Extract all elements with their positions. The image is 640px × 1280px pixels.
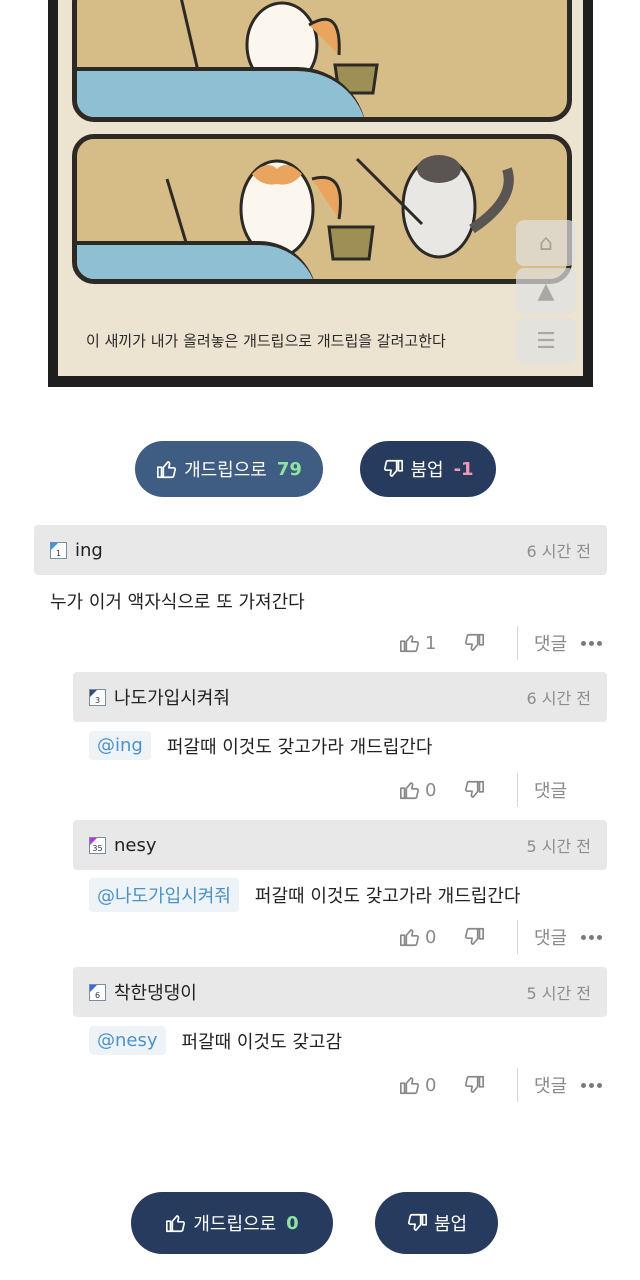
thumbs-up-icon[interactable] bbox=[399, 779, 421, 801]
comic-illustration: 이 새끼가 내가 올려놓은 개드립으로 개드립을 갈려고한다 bbox=[58, 0, 583, 376]
comment-author[interactable]: ing bbox=[75, 540, 103, 561]
thumbs-up-icon bbox=[165, 1212, 187, 1234]
comment-actions: 0 댓글 bbox=[399, 1068, 603, 1102]
scroll-top-button[interactable]: ⌂ bbox=[516, 220, 576, 266]
divider bbox=[517, 626, 518, 660]
upvote-label: 개드립으로 bbox=[184, 460, 267, 481]
thumbs-up-icon[interactable] bbox=[399, 632, 421, 654]
thumbs-down-icon bbox=[382, 458, 404, 480]
like-count: 0 bbox=[425, 1074, 437, 1096]
mention-tag[interactable]: @ing bbox=[89, 731, 151, 760]
comic-panel-1 bbox=[72, 0, 572, 122]
thumbs-up-icon[interactable] bbox=[399, 1074, 421, 1096]
thumbs-down-icon[interactable] bbox=[463, 1074, 485, 1096]
level-badge: 6 bbox=[89, 983, 106, 1001]
comment-author[interactable]: nesy bbox=[114, 835, 157, 856]
thumbs-down-icon bbox=[406, 1212, 428, 1234]
comment-author[interactable]: 착한댕댕이 bbox=[114, 979, 197, 1005]
reply-button[interactable]: 댓글 bbox=[534, 777, 567, 803]
thumbs-down-icon[interactable] bbox=[463, 926, 485, 948]
list-icon: ☰ bbox=[536, 328, 556, 354]
bottom-upvote-button[interactable]: 개드립으로 0 bbox=[131, 1192, 333, 1254]
divider bbox=[517, 1068, 518, 1102]
thumbs-down-icon[interactable] bbox=[463, 632, 485, 654]
thumbs-up-icon[interactable] bbox=[399, 926, 421, 948]
level-badge: 3 bbox=[89, 688, 106, 706]
post-image: 이 새끼가 내가 올려놓은 개드립으로 개드립을 갈려고한다 bbox=[48, 0, 593, 387]
like-count: 0 bbox=[425, 779, 437, 801]
post-upvote-button[interactable]: 개드립으로 79 bbox=[135, 441, 323, 497]
upvote-count: 79 bbox=[276, 458, 302, 480]
mention-tag[interactable]: @나도가입시켜줘 bbox=[89, 878, 239, 912]
thumbs-up-icon bbox=[156, 458, 178, 480]
divider bbox=[517, 773, 518, 807]
home-icon: ⌂ bbox=[539, 230, 553, 256]
comment-time: 5 시간 전 bbox=[526, 984, 591, 1003]
up-arrow-icon: ▲ bbox=[537, 278, 555, 304]
post-downvote-button[interactable]: 붐업 -1 bbox=[360, 441, 496, 497]
comic-panel-2 bbox=[72, 134, 572, 284]
upvote-label: 개드립으로 bbox=[193, 1214, 277, 1235]
divider bbox=[517, 920, 518, 954]
share-button[interactable]: ▲ bbox=[516, 268, 576, 314]
comment-header: 35 nesy 5 시간 전 bbox=[73, 820, 607, 870]
comment-actions: 0 댓글 bbox=[399, 920, 603, 954]
bottom-downvote-button[interactable]: 붐업 bbox=[375, 1192, 498, 1254]
downvote-count: -1 bbox=[453, 458, 474, 480]
comment-actions: 0 댓글 bbox=[399, 773, 567, 807]
reply-button[interactable]: 댓글 bbox=[534, 1072, 567, 1098]
comment-text: 누가 이거 액자식으로 또 가져간다 bbox=[50, 592, 305, 613]
comment-author[interactable]: 나도가입시켜줘 bbox=[114, 684, 230, 710]
upvote-count: 0 bbox=[286, 1212, 299, 1234]
comment-header: 6 착한댕댕이 5 시간 전 bbox=[73, 967, 607, 1017]
more-dots-icon[interactable] bbox=[581, 640, 603, 646]
like-count: 1 bbox=[425, 632, 437, 654]
comment-time: 6 시간 전 bbox=[526, 689, 591, 708]
more-dots-icon[interactable] bbox=[581, 1082, 603, 1088]
downvote-label: 붐업 bbox=[410, 460, 444, 481]
comment-time: 6 시간 전 bbox=[526, 542, 591, 561]
comment-header: 1 ing 6 시간 전 bbox=[34, 525, 607, 575]
downvote-label: 붐업 bbox=[433, 1214, 468, 1235]
reply-button[interactable]: 댓글 bbox=[534, 924, 567, 950]
level-badge: 35 bbox=[89, 836, 106, 854]
level-badge: 1 bbox=[50, 541, 67, 559]
comment-time: 5 시간 전 bbox=[526, 837, 591, 856]
list-button[interactable]: ☰ bbox=[516, 318, 576, 364]
comment-header: 3 나도가입시켜줘 6 시간 전 bbox=[73, 672, 607, 722]
comment-actions: 1 댓글 bbox=[399, 626, 603, 660]
comment-text: @나도가입시켜줘 퍼갈때 이것도 갖고가라 개드립간다 bbox=[89, 878, 521, 912]
comment-text: @ing 퍼갈때 이것도 갖고가라 개드립간다 bbox=[89, 731, 432, 760]
mention-tag[interactable]: @nesy bbox=[89, 1026, 166, 1055]
comic-caption: 이 새끼가 내가 올려놓은 개드립으로 개드립을 갈려고한다 bbox=[86, 332, 446, 350]
thumbs-down-icon[interactable] bbox=[463, 779, 485, 801]
reply-button[interactable]: 댓글 bbox=[534, 630, 567, 656]
more-dots-icon[interactable] bbox=[581, 934, 603, 940]
comment-text: @nesy 퍼갈때 이것도 갖고감 bbox=[89, 1026, 342, 1055]
like-count: 0 bbox=[425, 926, 437, 948]
